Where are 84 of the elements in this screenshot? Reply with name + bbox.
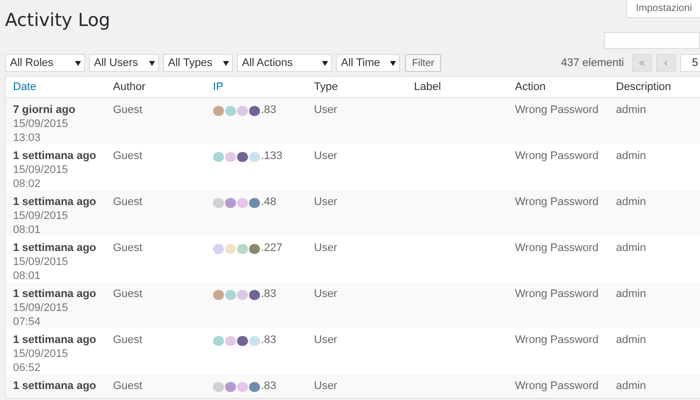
column-header: Label: [413, 81, 442, 93]
blurred-ip-drawing: [213, 150, 261, 164]
action-text: Wrong Password: [515, 380, 599, 392]
author-text: Guest: [113, 104, 142, 116]
time-text: 08:01: [13, 223, 42, 237]
time-text: 08:01: [13, 269, 42, 283]
author-text: Guest: [113, 242, 142, 254]
type-text: User: [314, 150, 338, 162]
ip-suffix-text: .83: [261, 103, 276, 117]
relative-time: 1 settimana ago: [13, 241, 98, 255]
date-text: 15/09/2015: [13, 255, 70, 269]
date-text: 15/09/2015: [13, 301, 70, 315]
column-header: Author: [112, 81, 146, 93]
caret-icon: [322, 60, 328, 66]
description-text: admin: [616, 104, 646, 116]
relative-time: 1 settimana ago: [13, 333, 98, 347]
author-text: Guest: [113, 380, 142, 392]
blurred-ip-drawing: [213, 242, 261, 256]
search-field[interactable]: [604, 32, 700, 49]
description-text: admin: [616, 380, 646, 392]
blurred-ip-drawing: [213, 288, 261, 302]
action-text: Wrong Password: [515, 150, 599, 162]
description-text: admin: [616, 150, 646, 162]
date-text: 15/09/2015: [13, 163, 70, 177]
blurred-ip-drawing: [213, 104, 261, 118]
filter-dropdown[interactable]: All Roles: [5, 54, 85, 72]
blurred-ip-drawing: [213, 334, 261, 348]
action-text: Wrong Password: [515, 288, 599, 300]
time-text: 13:03: [13, 131, 42, 145]
type-text: User: [314, 196, 338, 208]
time-text: 08:02: [13, 177, 42, 191]
sortable-column-header[interactable]: IP: [206, 81, 307, 93]
relative-time: 1 settimana ago: [13, 379, 98, 393]
filter-dropdown[interactable]: All Users: [89, 54, 159, 72]
caret-icon: [75, 60, 81, 66]
relative-time: 1 settimana ago: [13, 149, 98, 163]
description-text: admin: [616, 334, 646, 346]
description-text: admin: [616, 196, 646, 208]
relative-time: 7 giorni ago: [13, 103, 76, 117]
item-count: 437 elementi: [561, 57, 624, 69]
ip-suffix-text: .83: [261, 333, 276, 347]
author-text: Guest: [113, 196, 142, 208]
column-header: Action: [514, 81, 547, 93]
action-text: Wrong Password: [515, 242, 599, 254]
ip-suffix-text: .133: [261, 149, 282, 163]
ip-suffix-text: .83: [261, 379, 276, 393]
ip-suffix-text: .83: [261, 287, 276, 301]
caret-icon: [390, 60, 396, 66]
type-text: User: [314, 242, 338, 254]
author-text: Guest: [113, 150, 142, 162]
date-text: 15/09/2015: [13, 347, 70, 361]
type-text: User: [314, 104, 338, 116]
ip-suffix-text: .227: [261, 241, 282, 255]
filter-button[interactable]: Filter: [405, 54, 442, 72]
action-text: Wrong Password: [515, 334, 599, 346]
column-header: Type: [313, 81, 339, 93]
blurred-ip-drawing: [213, 380, 261, 394]
relative-time: 1 settimana ago: [13, 287, 98, 301]
date-text: 15/09/2015: [13, 117, 70, 131]
type-text: User: [314, 334, 338, 346]
caret-icon: [223, 60, 229, 66]
relative-time: 1 settimana ago: [13, 195, 98, 209]
caret-icon: [149, 60, 155, 66]
screen-options-tab[interactable]: Impostazioni: [626, 0, 700, 18]
time-text: 06:52: [13, 361, 42, 375]
action-text: Wrong Password: [515, 196, 599, 208]
date-text: 15/09/2015: [13, 209, 70, 223]
page-title: Activity Log: [5, 10, 110, 33]
filter-dropdown[interactable]: All Types: [163, 54, 233, 72]
sortable-column-header[interactable]: Date: [6, 81, 106, 93]
time-text: 07:54: [13, 315, 42, 329]
type-text: User: [314, 380, 338, 392]
column-header: Description: [615, 81, 672, 93]
action-text: Wrong Password: [515, 104, 599, 116]
page-number-field[interactable]: 5: [680, 54, 700, 72]
author-text: Guest: [113, 288, 142, 300]
description-text: admin: [616, 288, 646, 300]
filter-dropdown[interactable]: All Time: [336, 54, 400, 72]
author-text: Guest: [113, 334, 142, 346]
type-text: User: [314, 288, 338, 300]
filter-dropdown[interactable]: All Actions: [237, 54, 332, 72]
ip-suffix-text: .48: [261, 195, 276, 209]
blurred-ip-drawing: [213, 196, 261, 210]
description-text: admin: [616, 242, 646, 254]
